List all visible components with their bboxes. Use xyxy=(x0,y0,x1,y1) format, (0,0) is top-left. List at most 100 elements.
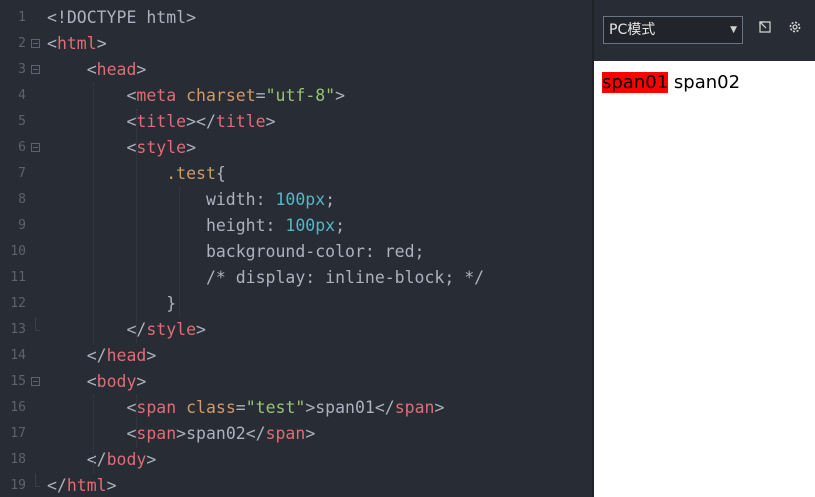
line-number: 17 xyxy=(10,426,26,441)
code-token: charset xyxy=(186,86,256,105)
code-line[interactable]: 15 <body> xyxy=(0,369,592,395)
code-text: <head> xyxy=(47,57,147,83)
code-line[interactable]: 4 <meta charset="utf-8"> xyxy=(0,83,592,109)
code-line[interactable]: 1 <!DOCTYPE html> xyxy=(0,5,592,31)
code-text: </head> xyxy=(47,343,157,369)
code-text: <meta charset="utf-8"> xyxy=(47,83,345,109)
code-token: < xyxy=(47,60,97,79)
code-line[interactable]: 16 <span class="test">span01</span> xyxy=(0,395,592,421)
line-number: 1 xyxy=(18,10,26,25)
line-number: 14 xyxy=(10,348,26,363)
line-number: 9 xyxy=(18,218,26,233)
code-text: </style> xyxy=(47,317,206,343)
view-mode-select[interactable]: PC模式 ▼ xyxy=(603,16,743,44)
line-number: 7 xyxy=(18,166,26,181)
code-token: style xyxy=(136,138,187,157)
code-text: </body> xyxy=(47,447,157,473)
line-number: 3 xyxy=(18,62,26,77)
code-line[interactable]: 8 width: 100px; xyxy=(0,187,592,213)
code-token: 100px xyxy=(285,216,336,235)
code-token: </ xyxy=(47,346,107,365)
code-token: title xyxy=(215,112,266,131)
code-token: > xyxy=(305,424,316,443)
code-line[interactable]: 13 </style> xyxy=(0,317,592,343)
code-token: > xyxy=(146,450,157,469)
code-token: > xyxy=(106,476,117,495)
code-line[interactable]: 6 <style> xyxy=(0,135,592,161)
code-token: } xyxy=(47,294,177,313)
code-token: < xyxy=(47,424,137,443)
code-line[interactable]: 2 <html> xyxy=(0,31,592,57)
preview-toolbar: PC模式 ▼ xyxy=(594,0,815,61)
fold-toggle-icon[interactable] xyxy=(31,65,40,74)
code-token: "utf-8" xyxy=(265,86,336,105)
code-line[interactable]: 5 <title></title> xyxy=(0,109,592,135)
gear-icon[interactable] xyxy=(786,20,804,38)
code-line[interactable]: 10 background-color: red; xyxy=(0,239,592,265)
code-line[interactable]: 12 } xyxy=(0,291,592,317)
code-line[interactable]: 11 /* display: inline-block; */ xyxy=(0,265,592,291)
code-line[interactable]: 14 </head> xyxy=(0,343,592,369)
code-line[interactable]: 17 <span>span02</span> xyxy=(0,421,592,447)
code-token: meta xyxy=(136,86,177,105)
code-text: } xyxy=(47,291,176,317)
code-line[interactable]: 18 </body> xyxy=(0,447,592,473)
code-token: < xyxy=(47,372,97,391)
code-token: = xyxy=(235,398,246,417)
code-text: <span>span02</span> xyxy=(47,421,315,447)
code-token: head xyxy=(96,60,137,79)
code-token: height: xyxy=(47,216,286,235)
code-token: </ xyxy=(47,320,147,339)
line-number: 15 xyxy=(10,374,26,389)
rendered-span01: span01 xyxy=(602,72,669,93)
code-line[interactable]: 3 <head> xyxy=(0,57,592,83)
indent-guide xyxy=(93,395,94,473)
code-text: <!DOCTYPE html> xyxy=(47,5,196,31)
rendered-span02: span02 xyxy=(673,72,741,93)
code-editor[interactable]: 1 <!DOCTYPE html> 2 <html> 3 <head> 4 <meta c… xyxy=(0,0,592,497)
code-token: 100px xyxy=(275,190,326,209)
fold-end-marker xyxy=(35,317,40,331)
code-token: ; xyxy=(325,190,336,209)
code-token: < xyxy=(47,398,137,417)
code-token: ; xyxy=(335,216,346,235)
code-text: <span class="test">span01</span> xyxy=(47,395,444,421)
line-number: 12 xyxy=(10,296,26,311)
indent-guide xyxy=(136,109,137,343)
fold-toggle-icon[interactable] xyxy=(31,39,40,48)
indent-guide xyxy=(179,187,180,317)
code-token: /* display: inline-block; */ xyxy=(47,268,485,287)
code-text: <html> xyxy=(47,31,107,57)
code-text: <title></title> xyxy=(47,109,276,135)
code-token: span xyxy=(394,398,435,417)
code-token: span xyxy=(136,424,177,443)
code-token: > xyxy=(265,112,276,131)
fold-toggle-icon[interactable] xyxy=(31,377,40,386)
code-text: <body> xyxy=(47,369,147,395)
code-token: width: xyxy=(47,190,276,209)
view-mode-value: PC模式 xyxy=(609,22,656,38)
code-line[interactable]: 7 .test{ xyxy=(0,161,592,187)
line-number: 13 xyxy=(10,322,26,337)
code-token: class xyxy=(186,398,236,417)
code-token: </ xyxy=(47,476,67,495)
code-token: = xyxy=(255,86,266,105)
fold-toggle-icon[interactable] xyxy=(31,143,40,152)
code-text: background-color: red; xyxy=(47,239,425,265)
code-token: >span01</ xyxy=(305,398,395,417)
code-token: "test" xyxy=(245,398,306,417)
code-token: title xyxy=(136,112,187,131)
code-token: span xyxy=(136,398,177,417)
code-line[interactable]: 19 </html> xyxy=(0,473,592,497)
code-token: { xyxy=(215,164,226,183)
code-token: > xyxy=(196,320,206,339)
code-token: </ xyxy=(47,450,107,469)
code-token: ></ xyxy=(186,112,216,131)
code-token: < xyxy=(47,112,137,131)
open-external-icon[interactable] xyxy=(756,20,774,38)
fold-end-marker xyxy=(35,473,40,487)
code-token: background-color: red; xyxy=(47,242,425,261)
code-line[interactable]: 9 height: 100px; xyxy=(0,213,592,239)
